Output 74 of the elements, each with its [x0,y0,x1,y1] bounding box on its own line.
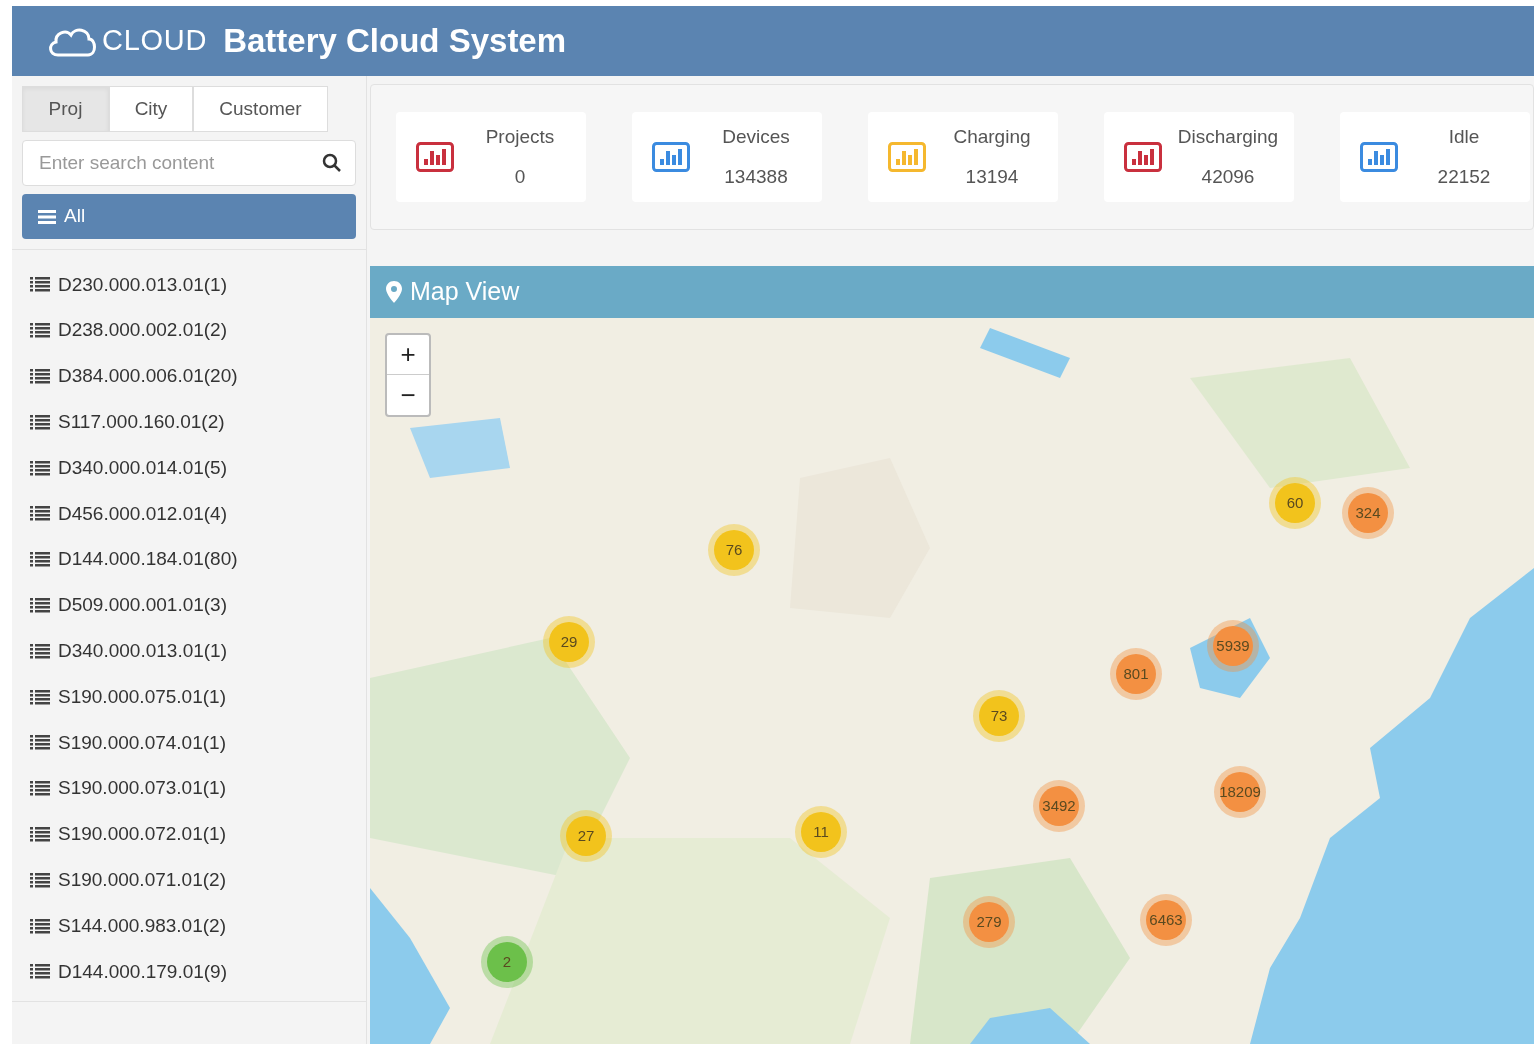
stat-value: 0 [514,165,526,189]
logo-text: CLOUD [102,23,208,59]
project-item[interactable]: S190.000.073.01(1) [30,765,366,812]
project-item[interactable]: D509.000.001.01(3) [30,582,366,629]
project-item[interactable]: D144.000.184.01(80) [30,536,366,583]
search-field[interactable]: Enter search content [22,140,356,186]
stat-value: 22152 [1437,165,1491,189]
cluster-marker[interactable]: 76 [708,524,760,576]
bar-chart-icon [652,142,690,172]
list-icon [30,414,50,430]
project-item[interactable]: D230.000.013.01(1) [30,262,366,308]
bar-chart-icon [416,142,454,172]
cluster-marker[interactable]: 279 [963,896,1015,948]
map-pin-icon [386,281,402,303]
project-item[interactable]: S144.000.983.01(2) [30,903,366,949]
stat-value: 134388 [724,165,788,189]
stat-label: Devices [722,124,790,149]
cluster-marker[interactable]: 73 [973,690,1025,742]
filter-tab[interactable]: City [109,86,193,132]
project-item[interactable]: D456.000.012.01(4) [30,491,366,537]
zoom-in-button[interactable]: + [387,335,429,375]
stat-label: Idle [1448,124,1480,149]
list-icon [30,460,50,476]
cluster-marker[interactable]: 2 [481,936,533,988]
cluster-marker[interactable]: 3492 [1033,780,1085,832]
project-item[interactable]: S190.000.071.01(2) [30,857,366,904]
list-icon [30,735,50,751]
list-icon [30,323,50,339]
list-icon [30,552,50,568]
bar-chart-icon [1124,142,1162,172]
all-button[interactable]: All [22,194,356,239]
filter-tab[interactable]: Proj [22,86,109,132]
menu-icon [38,209,56,224]
map-title: Map View [410,276,520,308]
stat-value: 13194 [965,165,1019,189]
list-icon [30,781,50,797]
zoom-out-button[interactable]: − [387,375,429,415]
cluster-marker[interactable]: 18209 [1214,766,1266,818]
list-icon [30,826,50,842]
cluster-marker[interactable]: 324 [1342,487,1394,539]
stat-value: 42096 [1201,165,1255,189]
cluster-marker[interactable]: 801 [1110,648,1162,700]
project-item[interactable]: S117.000.160.01(2) [30,399,366,446]
list-icon [30,597,50,613]
project-item[interactable]: D340.000.013.01(1) [30,628,366,675]
list-icon [30,872,50,888]
list-icon [30,918,50,934]
cluster-marker[interactable]: 29 [543,616,595,668]
search-icon [322,153,342,173]
project-item[interactable]: S190.000.075.01(1) [30,674,366,720]
stat-label: Charging [953,124,1031,149]
filter-tab[interactable]: Customer [193,86,328,132]
cluster-marker[interactable]: 60 [1269,477,1321,529]
stat-label: Projects [485,124,555,149]
project-item[interactable]: D144.000.179.01(9) [30,948,366,995]
cluster-marker[interactable]: 5939 [1207,620,1259,672]
list-icon [30,643,50,659]
bar-chart-icon [1360,142,1398,172]
list-icon [30,689,50,705]
cluster-marker[interactable]: 11 [795,806,847,858]
app-title: Battery Cloud System [223,21,567,62]
project-item[interactable]: D238.000.002.01(2) [30,307,366,354]
cluster-marker[interactable]: 6463 [1140,894,1192,946]
project-item[interactable]: S190.000.074.01(1) [30,719,366,766]
stat-label: Discharging [1177,124,1279,149]
project-item[interactable]: D340.000.014.01(5) [30,445,366,491]
cluster-marker[interactable]: 27 [560,810,612,862]
project-item[interactable]: S190.000.072.01(1) [30,811,366,858]
project-item[interactable]: D384.000.006.01(20) [30,353,366,400]
list-icon [30,369,50,384]
list-icon [30,506,50,522]
bar-chart-icon [888,142,926,172]
list-icon [30,277,50,293]
list-icon [30,964,50,980]
